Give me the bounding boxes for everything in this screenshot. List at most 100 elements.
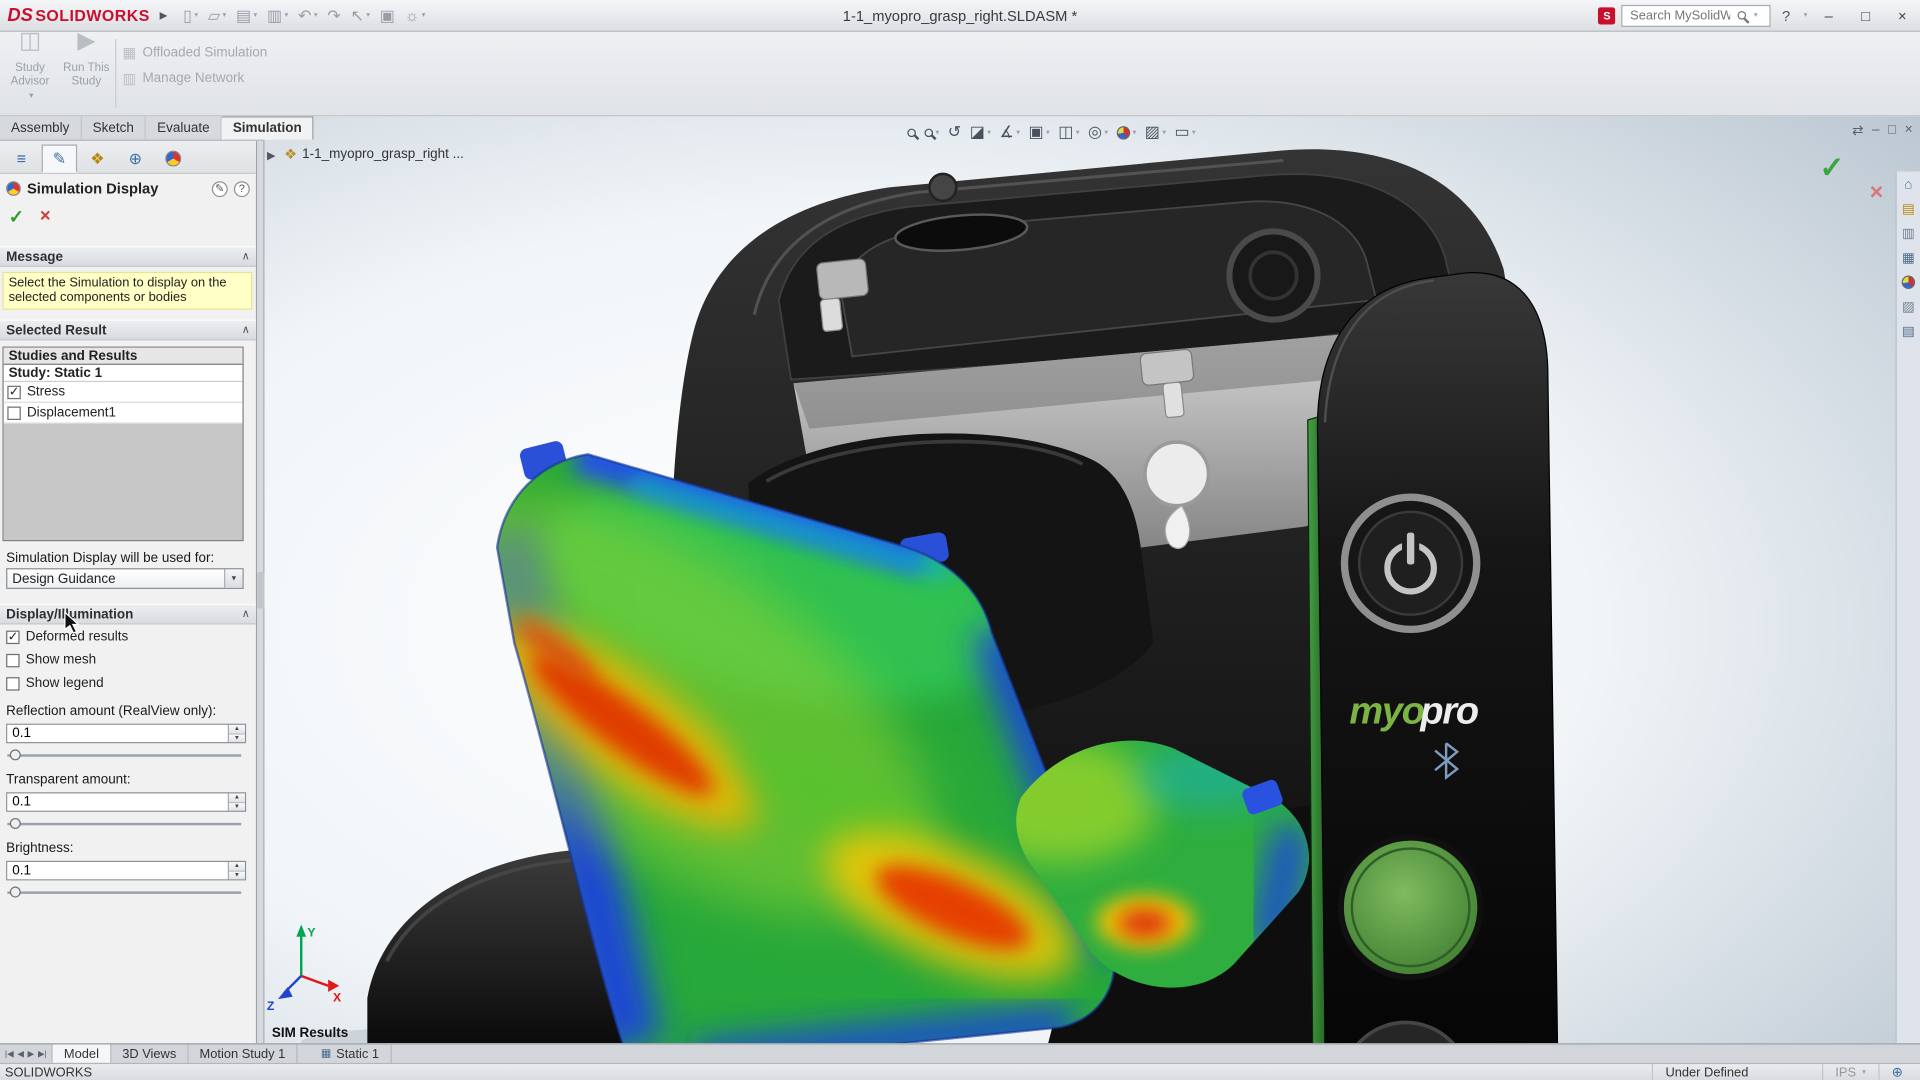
brightness-input[interactable] [7, 862, 227, 879]
slider-track[interactable] [7, 754, 241, 756]
panel-help-icon[interactable]: ? [234, 181, 250, 197]
solidworks-resources-icon[interactable]: ⌂ [1897, 174, 1919, 195]
scroll-last-icon[interactable]: ▶| [38, 1049, 47, 1059]
reflection-amount-slider[interactable] [7, 748, 241, 763]
feature-tree-flyout-arrow[interactable]: ▶ [267, 149, 275, 162]
tab-3d-views[interactable]: 3D Views [111, 1044, 188, 1062]
brightness-spinbox[interactable]: ▲▼ [6, 861, 246, 881]
solidworks-forum-icon[interactable]: ▤ [1897, 321, 1919, 342]
ok-button[interactable]: ✓ [9, 205, 24, 227]
doc-close-button[interactable]: × [1905, 122, 1913, 138]
hide-show-items-button[interactable]: ◎▾ [1084, 120, 1111, 144]
confirm-cancel-button[interactable]: × [1870, 180, 1884, 207]
dropdown-arrow-icon[interactable]: ▼ [224, 569, 242, 587]
displacement-checkbox[interactable] [7, 406, 20, 419]
slider-thumb[interactable] [10, 749, 21, 760]
select-button[interactable]: ↖▾ [347, 3, 374, 27]
green-button[interactable] [1341, 838, 1481, 978]
deformed-results-option[interactable]: ✓ Deformed results [0, 624, 256, 647]
tab-assembly[interactable]: Assembly [0, 116, 82, 139]
table-row[interactable]: Displacement1 [4, 403, 243, 424]
brightness-slider[interactable] [7, 885, 241, 900]
appearances-scenes-icon[interactable] [1897, 272, 1919, 293]
tab-evaluate[interactable]: Evaluate [146, 116, 222, 139]
tab-sketch[interactable]: Sketch [82, 116, 146, 139]
doc-minimize-button[interactable]: – [1872, 122, 1880, 138]
search-input[interactable] [1628, 7, 1733, 24]
show-mesh-checkbox[interactable] [6, 653, 19, 666]
configurationmanager-tab[interactable]: ❖ [80, 144, 116, 172]
previous-view-button[interactable]: ↺ [944, 120, 965, 144]
show-legend-option[interactable]: Show legend [0, 671, 256, 694]
view-settings-button[interactable]: ▭▾ [1171, 120, 1200, 144]
spin-down-icon[interactable]: ▼ [229, 871, 245, 879]
featuremanager-tab[interactable]: ≡ [4, 144, 40, 172]
save-button[interactable]: ▤▾ [232, 3, 261, 27]
cancel-button[interactable]: × [40, 206, 51, 227]
slider-track[interactable] [7, 891, 241, 893]
measure-button[interactable]: ∡▾ [996, 120, 1024, 144]
apply-scene-button[interactable]: ▨▾ [1141, 120, 1170, 144]
zoom-area-button[interactable]: ▾ [921, 120, 943, 144]
confirm-ok-button[interactable]: ✓ [1819, 151, 1844, 187]
display-style-button[interactable]: ◫▾ [1055, 120, 1084, 144]
web-globe-icon[interactable]: ⊕ [1878, 1064, 1915, 1080]
transparent-amount-slider[interactable] [7, 817, 241, 832]
reflection-amount-spinbox[interactable]: ▲▼ [6, 724, 246, 744]
display-illumination-section-header[interactable]: Display/Illumination ∧ [0, 604, 256, 625]
scroll-next-icon[interactable]: ▶ [28, 1049, 35, 1059]
message-section-header[interactable]: Message ∧ [0, 246, 256, 267]
spin-up-icon[interactable]: ▲ [229, 862, 245, 871]
slider-thumb[interactable] [10, 887, 21, 898]
selected-result-section-header[interactable]: Selected Result ∧ [0, 320, 256, 341]
open-button[interactable]: ▱▾ [204, 3, 230, 27]
transparent-amount-spinbox[interactable]: ▲▼ [6, 792, 246, 812]
transparent-amount-input[interactable] [7, 793, 227, 810]
tab-motion-study-1[interactable]: Motion Study 1 [189, 1044, 298, 1062]
stress-checkbox[interactable]: ✓ [7, 385, 20, 398]
breadcrumb[interactable]: ❖ 1-1_myopro_grasp_right ... [284, 146, 464, 163]
window-minimize-button[interactable]: – [1813, 3, 1844, 27]
view-palette-icon[interactable]: ▦ [1897, 247, 1919, 268]
help-dropdown-arrow[interactable]: ▾ [1804, 11, 1808, 20]
reflection-amount-input[interactable] [7, 725, 227, 742]
file-explorer-icon[interactable]: ▥ [1897, 223, 1919, 244]
search-dropdown-arrow[interactable]: ▾ [1754, 11, 1758, 20]
study-advisor-flyout-arrow[interactable]: ▾ [29, 91, 33, 104]
undo-button[interactable]: ↶▾ [294, 3, 321, 27]
slider-thumb[interactable] [10, 818, 21, 829]
study-row[interactable]: Study: Static 1 [4, 365, 243, 382]
run-this-study-button[interactable]: ▶ Run This Study [59, 36, 114, 112]
spin-up-icon[interactable]: ▲ [229, 793, 245, 802]
scroll-first-icon[interactable]: |◀ [5, 1049, 14, 1059]
print-button[interactable]: ▥▾ [263, 3, 292, 27]
zoom-fit-button[interactable] [904, 120, 920, 144]
tab-static-1[interactable]: ▦ Static 1 [310, 1044, 391, 1062]
used-for-dropdown[interactable]: Design Guidance ▼ [6, 568, 244, 589]
displaymanager-tab[interactable] [156, 144, 192, 172]
units-selector[interactable]: IPS ▾ [1822, 1064, 1878, 1080]
custom-properties-icon[interactable]: ▨ [1897, 296, 1919, 317]
design-library-icon[interactable]: ▤ [1897, 198, 1919, 219]
collapse-panes-icon[interactable]: ⇄ [1852, 122, 1863, 138]
new-document-button[interactable]: ▯▾ [179, 3, 201, 27]
rebuild-button[interactable]: ▣ [376, 3, 398, 27]
help-button[interactable]: ? [1777, 7, 1795, 24]
show-legend-checkbox[interactable] [6, 677, 19, 690]
tab-simulation[interactable]: Simulation [222, 116, 314, 139]
spin-down-icon[interactable]: ▼ [229, 734, 245, 742]
redo-button[interactable]: ↷ [324, 3, 345, 27]
propertymanager-tab[interactable]: ✎ [42, 144, 78, 172]
dimxpertmanager-tab[interactable]: ⊕ [118, 144, 154, 172]
tab-model[interactable]: Model [53, 1044, 111, 1062]
offloaded-simulation-button[interactable]: ▦ Offloaded Simulation [122, 44, 267, 61]
scroll-prev-icon[interactable]: ◀ [17, 1049, 24, 1059]
panel-splitter[interactable] [257, 141, 264, 1043]
menu-expand-arrow[interactable]: ▶ [160, 10, 168, 21]
manage-network-button[interactable]: ▥ Manage Network [122, 70, 244, 87]
edit-appearance-button[interactable]: ▾ [1113, 120, 1140, 144]
slider-track[interactable] [7, 823, 241, 825]
window-restore-button[interactable]: □ [1850, 3, 1881, 27]
view-orientation-button[interactable]: ▣▾ [1025, 120, 1054, 144]
section-view-button[interactable]: ◪▾ [966, 120, 995, 144]
